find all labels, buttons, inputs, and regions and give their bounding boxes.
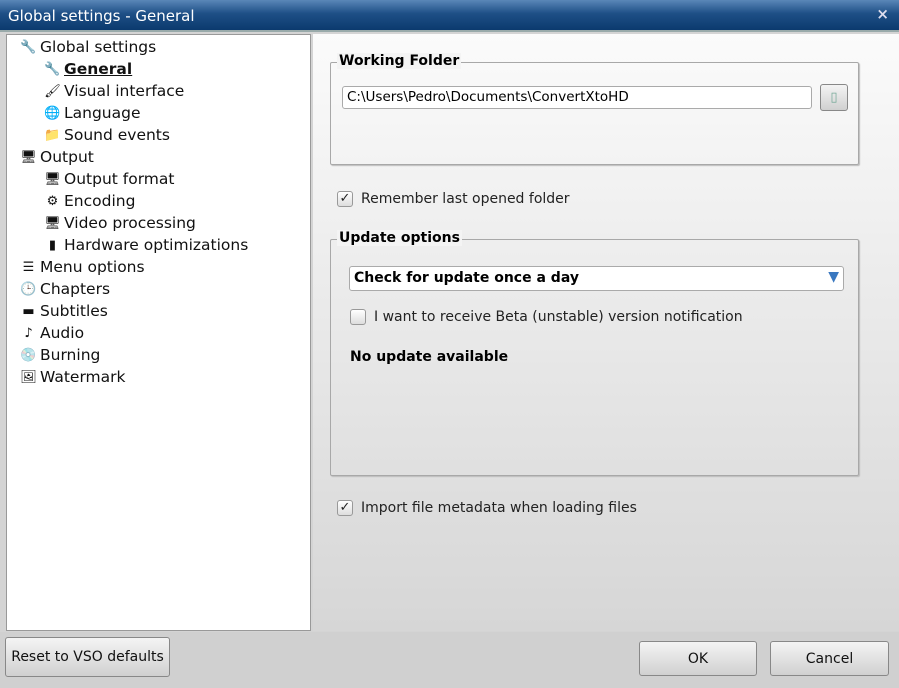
settings-panel: Working Folder C:\Users\Pedro\Documents\… [313,34,899,631]
tree-item-label: Output [40,148,94,166]
title-bar: Global settings - General × [0,0,899,32]
tree-item-language[interactable]: 🌐 Language [44,102,141,124]
music-note-icon: ♪ [24,325,33,341]
monitor-gear-icon: 🖥 [44,215,61,231]
checkbox-box [350,309,366,325]
beta-notification-checkbox[interactable]: I want to receive Beta (unstable) versio… [350,309,743,325]
group-title: Update options [337,230,462,246]
tree-item-label: Video processing [64,214,196,232]
tree-item-label: Audio [40,324,85,342]
tree-item-label: Encoding [64,192,136,210]
chevron-down-icon: ▼ [828,269,839,285]
chip-icon: ▮ [48,237,57,253]
checkbox-label: I want to receive Beta (unstable) versio… [374,309,743,325]
update-options-group: Update options Check for update once a d… [330,230,859,476]
tree-item-label: Global settings [40,38,157,56]
working-folder-input[interactable]: C:\Users\Pedro\Documents\ConvertXtoHD [342,86,812,109]
tree-item-label: Hardware optimizations [64,236,249,254]
tree-item-general[interactable]: 🔧 General [44,58,132,80]
remember-folder-checkbox[interactable]: ✓ Remember last opened folder [337,191,570,207]
tree-item-subtitles[interactable]: ▬ Subtitles [20,300,108,322]
folder-icon: ▯ [830,90,838,105]
wrench-icon: 🔧 [44,61,61,77]
tree-item-label: Visual interface [64,82,185,100]
music-folder-icon: 📁 [44,127,61,143]
window-title: Global settings - General [8,7,195,25]
tree-item-label: Sound events [64,126,170,144]
cancel-button[interactable]: Cancel [770,641,889,676]
tree-item-label: Output format [64,170,175,188]
checkbox-box: ✓ [337,191,353,207]
tree-item-output-format[interactable]: 🖥 Output format [44,168,174,190]
tree-item-encoding[interactable]: ⚙ Encoding [44,190,136,212]
tree-item-label: Subtitles [40,302,108,320]
tree-item-sound-events[interactable]: 📁 Sound events [44,124,170,146]
update-status: No update available [350,349,509,365]
tree-item-label: Watermark [40,368,126,386]
image-icon: 🖼 [20,369,37,385]
working-folder-group: Working Folder C:\Users\Pedro\Documents\… [330,53,859,165]
subtitle-icon: ▬ [22,303,35,319]
tree-item-label: Chapters [40,280,111,298]
tree-item-label: General [64,60,133,78]
tree-item-chapters[interactable]: 🕒 Chapters [20,278,110,300]
ok-button[interactable]: OK [639,641,757,676]
tree-item-global-settings[interactable]: 🔧 Global settings [20,36,156,58]
tree-item-label: Burning [40,346,101,364]
dropdown-value: Check for update once a day [354,270,579,286]
gear-icon: ⚙ [46,193,59,209]
tree-item-hardware-optimizations[interactable]: ▮ Hardware optimizations [44,234,248,256]
checkbox-label: Remember last opened folder [361,191,570,207]
group-title: Working Folder [337,53,462,69]
update-frequency-dropdown[interactable]: Check for update once a day ▼ [349,266,844,291]
button-bar: Reset to VSO defaults OK Cancel [0,632,899,688]
settings-tree: 🔧 Global settings 🔧 General 🖌 Visual interfac… [6,34,311,631]
tree-item-audio[interactable]: ♪ Audio [20,322,84,344]
tree-item-output[interactable]: 🖥 Output [20,146,94,168]
monitor-icon: 🖥 [44,171,61,187]
checkbox-label: Import file metadata when loading files [361,500,637,516]
tree-item-label: Language [64,104,141,122]
tree-item-burning[interactable]: 💿 Burning [20,344,100,366]
browse-folder-button[interactable]: ▯ [820,84,848,111]
globe-icon: 🌐 [44,105,61,121]
checkbox-box: ✓ [337,500,353,516]
tree-item-menu-options[interactable]: ☰ Menu options [20,256,145,278]
disc-icon: 💿 [20,347,37,363]
tree-item-watermark[interactable]: 🖼 Watermark [20,366,126,388]
tree-item-label: Menu options [40,258,145,276]
monitor-icon: 🖥 [20,149,37,165]
clock-icon: 🕒 [20,281,37,297]
tree-item-video-processing[interactable]: 🖥 Video processing [44,212,196,234]
reset-defaults-button[interactable]: Reset to VSO defaults [5,637,170,677]
wrench-icon: 🔧 [20,39,37,55]
tree-item-visual-interface[interactable]: 🖌 Visual interface [44,80,184,102]
menu-icon: ☰ [22,259,35,275]
paint-icon: 🖌 [44,83,61,99]
import-metadata-checkbox[interactable]: ✓ Import file metadata when loading files [337,500,637,516]
close-icon[interactable]: × [876,5,889,23]
